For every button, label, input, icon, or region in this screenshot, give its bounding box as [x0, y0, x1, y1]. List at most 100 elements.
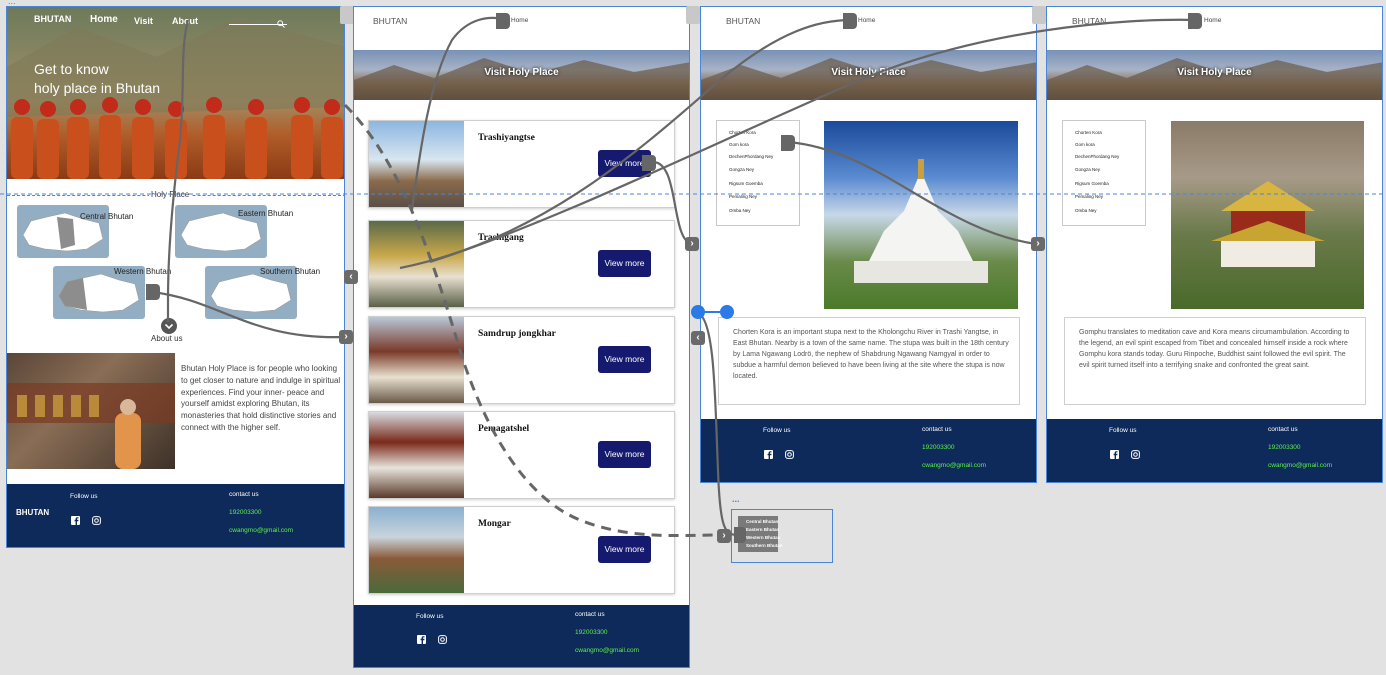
description-box: Gomphu translates to meditation cave and… [1064, 317, 1366, 405]
detail-banner-image: Visit Holy Place [1047, 50, 1382, 100]
detail-brand[interactable]: BHUTAN [1072, 16, 1106, 26]
view-more-button[interactable]: View more [598, 150, 651, 177]
list-item[interactable]: Gom kora [1075, 142, 1095, 147]
search-icon[interactable] [277, 15, 285, 28]
list-item[interactable]: Rigsum Goemba [1075, 181, 1109, 186]
list-item[interactable]: DechenPhordang Ney [1075, 154, 1119, 159]
instagram-icon[interactable] [1131, 446, 1140, 459]
list-item[interactable]: Pemaling Ney [1075, 194, 1103, 199]
map-label-central: Central Bhutan [80, 212, 134, 221]
holy-place-list: Chorten Kora Gom kora DechenPhordang Ney… [716, 120, 800, 226]
nav-about[interactable]: About [172, 16, 198, 26]
about-us-label[interactable]: About us [151, 334, 183, 343]
footer-email[interactable]: cwangmo@gmail.com [922, 462, 986, 469]
artboard-handle[interactable] [1032, 6, 1046, 24]
visit-banner-image: Visit Holy Place [354, 50, 689, 100]
view-more-button[interactable]: View more [598, 536, 651, 563]
samdrup-jongkhar-image [369, 317, 464, 403]
list-item[interactable]: Gongza Ney [729, 167, 754, 172]
detail-brand[interactable]: BHUTAN [726, 16, 760, 26]
chevron-left-icon[interactable]: ‹ [691, 331, 705, 345]
holy-place-list: Chorten Kora Gom kora DechenPhordang Ney… [1062, 120, 1146, 226]
footer-phone: 192003300 [1268, 444, 1301, 451]
home-artboard[interactable]: BHUTAN Home Visit About Get to know holy… [6, 6, 345, 548]
instagram-icon[interactable] [785, 446, 794, 459]
list-item[interactable]: Pemaling Ney [729, 194, 757, 199]
map-label-western: Western Bhutan [114, 267, 172, 276]
place-card: Mongar View more [368, 506, 675, 594]
facebook-icon[interactable] [764, 446, 773, 459]
card-title: Trashiyangtse [478, 133, 535, 143]
detail-banner-image: Visit Holy Place [701, 50, 1036, 100]
detail-footer: Follow us contact us 192003300 cwangmo@g… [701, 419, 1036, 482]
facebook-icon[interactable] [71, 512, 80, 525]
nav-visit[interactable]: Visit [134, 16, 153, 26]
instagram-icon[interactable] [438, 631, 447, 644]
footer-contact-label: contact us [1268, 426, 1298, 433]
home-footer: BHUTAN Follow us contact us 192003300 cw… [7, 484, 344, 547]
list-item[interactable]: Gongza Ney [1075, 167, 1100, 172]
dropdown-item[interactable]: Central Bhutan [746, 519, 778, 524]
footer-phone: 192003300 [575, 629, 608, 636]
view-more-button[interactable]: View more [598, 441, 651, 468]
trashiyangtse-image [369, 121, 464, 207]
artboard-handle[interactable] [340, 6, 354, 24]
list-item[interactable]: DechenPhordang Ney [729, 154, 773, 159]
visit-home-link[interactable]: Home [511, 17, 528, 24]
trashigang-image [369, 221, 464, 307]
dropdown-item[interactable]: Southern Bhutan [746, 543, 783, 548]
artboard-handle[interactable] [686, 6, 700, 24]
list-item[interactable]: Chorten Kora [729, 130, 756, 135]
brand-logo[interactable]: BHUTAN [34, 14, 71, 24]
card-title: Samdrup jongkhar [478, 329, 556, 339]
detail-banner-title: Visit Holy Place [1177, 67, 1252, 78]
dropdown-item[interactable]: Western Bhutan [746, 535, 780, 540]
chorten-kora-image [824, 121, 1018, 309]
facebook-icon[interactable] [417, 631, 426, 644]
footer-contact-label: contact us [575, 611, 605, 618]
visit-footer: Follow us contact us 192003300 cwangmo@g… [354, 605, 689, 667]
detail-gomphu-kora-artboard[interactable]: BHUTAN Home Visit Holy Place Chorten Kor… [1046, 6, 1383, 483]
gomphu-kora-image [1171, 121, 1364, 309]
chevron-right-icon[interactable]: › [717, 529, 731, 543]
detail-home-link[interactable]: Home [1204, 17, 1221, 24]
mongar-image [369, 507, 464, 593]
dropdown-item[interactable]: Eastern Bhutan [746, 527, 779, 532]
footer-phone: 192003300 [229, 509, 262, 516]
place-card: Samdrup jongkhar View more [368, 316, 675, 404]
chevron-right-icon[interactable]: › [685, 237, 699, 251]
chevron-right-icon[interactable]: › [1031, 237, 1045, 251]
view-more-button[interactable]: View more [598, 346, 651, 373]
list-item[interactable]: Omba Ney [729, 208, 751, 213]
chevron-down-icon[interactable] [161, 318, 177, 334]
view-more-button[interactable]: View more [598, 250, 651, 277]
place-card: Trashiyangtse View more [368, 120, 675, 208]
footer-email[interactable]: cwangmo@gmail.com [575, 647, 639, 654]
card-title: Trashigang [478, 233, 524, 243]
place-description: Chorten Kora is an important stupa next … [733, 329, 1009, 380]
footer-email[interactable]: cwangmo@gmail.com [1268, 462, 1332, 469]
list-item[interactable]: Gom kora [729, 142, 749, 147]
chevron-right-icon[interactable]: › [339, 330, 353, 344]
footer-brand: BHUTAN [16, 508, 50, 517]
about-text: Bhutan Holy Place is for people who look… [181, 364, 341, 432]
description-box: Chorten Kora is an important stupa next … [718, 317, 1020, 405]
prayer-wheel-image [7, 353, 175, 469]
map-label-eastern: Eastern Bhutan [238, 209, 294, 218]
chevron-left-icon[interactable]: ‹ [344, 270, 358, 284]
hero-heading-line1: Get to know [34, 61, 109, 77]
visit-banner-title: Visit Holy Place [484, 67, 559, 78]
list-item[interactable]: Rigsum Goemba [729, 181, 763, 186]
nav-home[interactable]: Home [90, 14, 118, 25]
instagram-icon[interactable] [92, 512, 101, 525]
detail-home-link[interactable]: Home [858, 17, 875, 24]
visit-brand[interactable]: BHUTAN [373, 16, 407, 26]
list-item[interactable]: Omba Ney [1075, 208, 1097, 213]
footer-email[interactable]: cwangmo@gmail.com [229, 527, 293, 534]
detail-chorten-kora-artboard[interactable]: BHUTAN Home Visit Holy Place Chorten Kor… [700, 6, 1037, 483]
list-item[interactable]: Chorten Kora [1075, 130, 1102, 135]
pemagatshel-image [369, 412, 464, 498]
facebook-icon[interactable] [1110, 446, 1119, 459]
visit-artboard[interactable]: BHUTAN Home Visit Holy Place Trashiyangt… [353, 6, 690, 668]
region-dropdown-artboard[interactable]: Central Bhutan Eastern Bhutan Western Bh… [731, 509, 833, 563]
